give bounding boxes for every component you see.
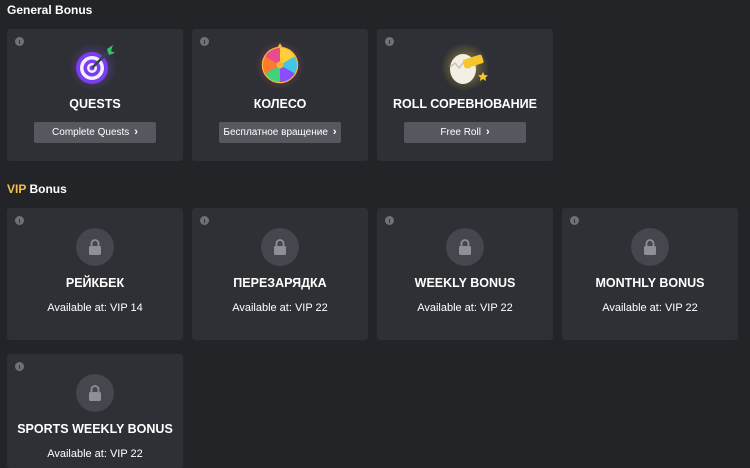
complete-quests-label: Complete Quests xyxy=(52,127,130,138)
sports-weekly-bonus-availability: Available at: VIP 22 xyxy=(47,448,143,460)
lock-icon xyxy=(446,228,484,266)
info-icon[interactable] xyxy=(570,216,579,225)
quests-title: QUESTS xyxy=(69,97,121,111)
free-roll-label: Free Roll xyxy=(440,127,481,138)
lock-icon xyxy=(76,228,114,266)
complete-quests-button[interactable]: Complete Quests › xyxy=(34,122,156,143)
lock-icon xyxy=(76,374,114,412)
sports-weekly-bonus-card: SPORTS WEEKLY BONUS Available at: VIP 22 xyxy=(7,354,183,468)
info-icon[interactable] xyxy=(15,362,24,371)
weekly-bonus-availability: Available at: VIP 22 xyxy=(417,302,513,314)
vip-accent-text: VIP xyxy=(7,182,27,196)
info-icon[interactable] xyxy=(15,216,24,225)
chevron-right-icon: › xyxy=(134,126,138,138)
weekly-bonus-title: WEEKLY BONUS xyxy=(414,276,516,290)
info-icon[interactable] xyxy=(200,216,209,225)
rakeback-card: РЕЙКБЕК Available at: VIP 14 xyxy=(7,208,183,340)
roll-card: ROLL СОРЕВНОВАНИЕ Free Roll › xyxy=(377,29,553,161)
monthly-bonus-title: MONTHLY BONUS xyxy=(595,276,705,290)
quests-card: QUESTS Complete Quests › xyxy=(7,29,183,161)
general-bonus-heading: General Bonus xyxy=(7,3,93,17)
rakeback-availability: Available at: VIP 14 xyxy=(47,302,143,314)
target-dart-icon xyxy=(69,39,121,91)
vip-bonus-heading: VIP Bonus xyxy=(7,182,67,196)
roll-title: ROLL СОРЕВНОВАНИЕ xyxy=(393,97,537,111)
fortune-wheel-icon xyxy=(254,39,306,91)
sports-weekly-bonus-title: SPORTS WEEKLY BONUS xyxy=(17,422,173,436)
weekly-bonus-card: WEEKLY BONUS Available at: VIP 22 xyxy=(377,208,553,340)
info-icon[interactable] xyxy=(385,37,394,46)
reload-availability: Available at: VIP 22 xyxy=(232,302,328,314)
free-roll-button[interactable]: Free Roll › xyxy=(404,122,526,143)
chevron-right-icon: › xyxy=(332,126,337,138)
lock-icon xyxy=(261,228,299,266)
free-egg-icon xyxy=(439,39,491,91)
rakeback-title: РЕЙКБЕК xyxy=(65,276,125,290)
info-icon[interactable] xyxy=(200,37,209,46)
monthly-bonus-availability: Available at: VIP 22 xyxy=(602,302,698,314)
vip-bonus-text: Bonus xyxy=(26,182,67,196)
reload-title: ПЕРЕЗАРЯДКА xyxy=(233,276,327,290)
info-icon[interactable] xyxy=(385,216,394,225)
chevron-right-icon: › xyxy=(485,126,490,138)
reload-card: ПЕРЕЗАРЯДКА Available at: VIP 22 xyxy=(192,208,368,340)
monthly-bonus-card: MONTHLY BONUS Available at: VIP 22 xyxy=(562,208,738,340)
wheel-title: КОЛЕСО xyxy=(253,97,307,111)
info-icon[interactable] xyxy=(15,37,24,46)
free-spin-button[interactable]: Бесплатное вращение › xyxy=(219,122,341,143)
free-spin-label: Бесплатное вращение xyxy=(223,127,328,138)
lock-icon xyxy=(631,228,669,266)
wheel-card: КОЛЕСО Бесплатное вращение › xyxy=(192,29,368,161)
